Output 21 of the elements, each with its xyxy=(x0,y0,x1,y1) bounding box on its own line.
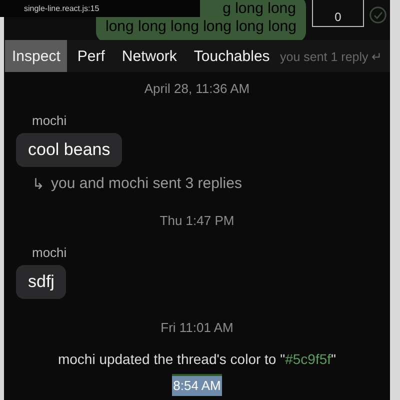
message-bubble[interactable]: sdfj xyxy=(16,265,66,299)
replies-link[interactable]: you and mochi sent 3 replies xyxy=(51,175,242,193)
system-message: mochi updated the thread's color to "#5c9f5f" xyxy=(58,351,336,367)
inspector-tab[interactable]: Touchables xyxy=(186,40,277,72)
reply-arrow-icon: ↳ xyxy=(32,175,45,193)
reply-summary: you sent 1 reply ↵ xyxy=(280,49,383,64)
source-location: single-line.react.js:15 xyxy=(24,4,100,13)
timestamp: Thu 1:47 PM xyxy=(160,213,234,229)
message-text: g long long xyxy=(222,0,296,18)
inspector-tab[interactable]: Perf xyxy=(70,40,112,72)
box-value: 0 xyxy=(334,10,342,24)
check-circle-icon xyxy=(369,6,387,24)
sender-name: mochi xyxy=(32,245,68,260)
sender-name: mochi xyxy=(32,113,68,128)
timestamp: 8:54 AM xyxy=(172,374,222,396)
inspector-tab[interactable]: Network xyxy=(114,40,184,72)
message-bubble[interactable]: cool beans xyxy=(16,133,122,167)
message-text: long long long long long long xyxy=(106,18,296,36)
timestamp: April 28, 11:36 AM xyxy=(144,81,250,97)
timestamp: Fri 11:01 AM xyxy=(160,320,234,336)
inspector-tab[interactable]: Inspect xyxy=(5,40,68,72)
